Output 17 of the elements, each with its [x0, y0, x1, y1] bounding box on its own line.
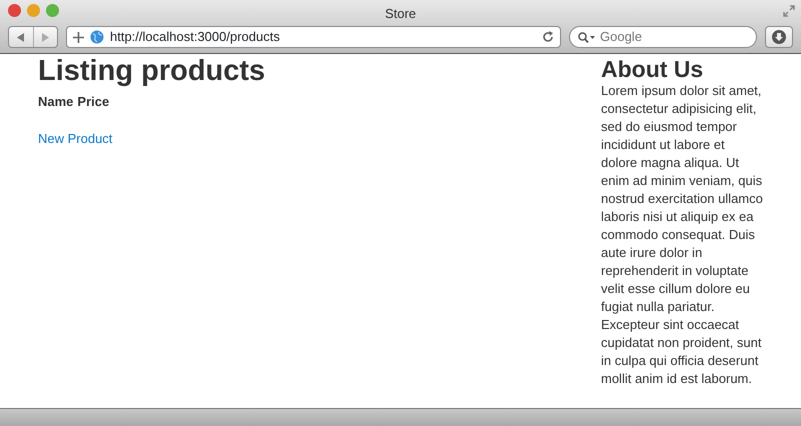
download-icon: [772, 30, 786, 44]
search-bar[interactable]: Google: [569, 26, 757, 48]
about-text: Lorem ipsum dolor sit amet, consectetur adipisicing elit, sed do eiusmod tempor incididunt ut labore et dolore magna aliqua. Ut enim ad minim veniam, quis nostrud exercitation ullamco laboris nisi ut aliquip ex ea commodo consequat. Duis aute irure dolor in reprehenderit in voluptate velit esse cillum dolore eu fugiat nulla pariatur. Excepteur sint occaecat cupidatat non proident, sunt in culpa qui officia deserunt mollit anim id est laborum.: [601, 82, 763, 388]
downloads-button[interactable]: [765, 26, 793, 48]
back-arrow-icon: [16, 32, 25, 42]
column-header: Name: [38, 92, 74, 111]
fullscreen-icon[interactable]: [783, 5, 795, 17]
sidebar-heading: About Us: [601, 57, 704, 82]
column-header: Price: [77, 92, 110, 111]
window-title: Store: [384, 6, 416, 21]
new-product-link[interactable]: New Product: [38, 131, 112, 146]
forward-arrow-icon: [41, 32, 50, 42]
zoom-button[interactable]: [46, 4, 59, 17]
minimize-button[interactable]: [27, 4, 40, 17]
page-heading: Listing products: [38, 56, 266, 88]
search-icon: [578, 32, 596, 42]
close-button[interactable]: [8, 4, 21, 17]
